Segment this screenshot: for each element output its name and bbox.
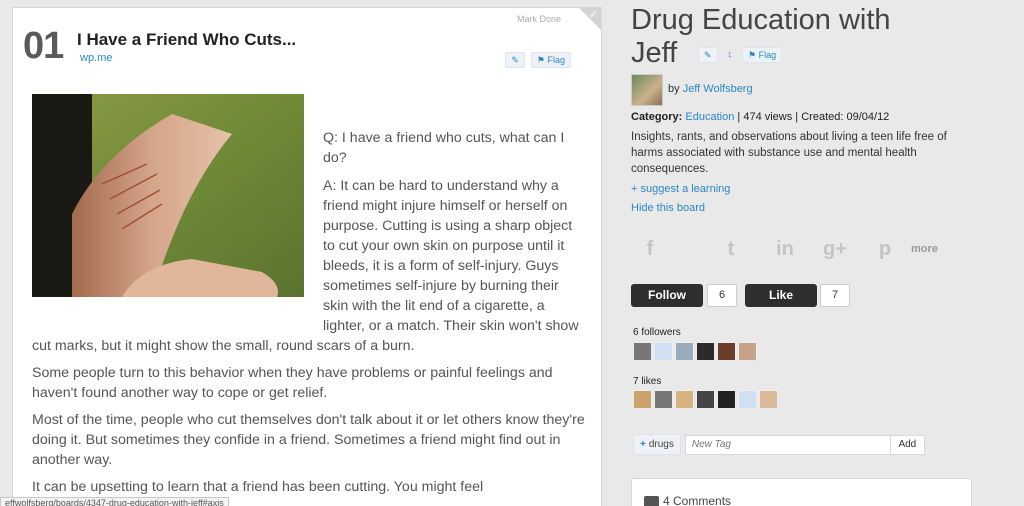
avatar[interactable]: [633, 342, 652, 361]
add-tag-button[interactable]: Add: [890, 434, 925, 455]
avatar[interactable]: [717, 342, 736, 361]
by-label: by: [668, 83, 680, 95]
followers-avatars: [633, 342, 757, 361]
googleplus-icon[interactable]: g+: [817, 234, 853, 264]
followers-label: 6 followers: [633, 327, 681, 338]
edit-button[interactable]: ✎: [505, 52, 525, 68]
owner-avatar[interactable]: [631, 74, 663, 106]
like-button[interactable]: Like: [745, 284, 817, 307]
edit-button[interactable]: ✎: [698, 47, 718, 63]
pinterest-icon[interactable]: p: [867, 234, 903, 264]
article-paragraph: Some people turn to this behavior when t…: [32, 365, 553, 401]
avatar[interactable]: [654, 390, 673, 409]
tag-drugs[interactable]: + drugs: [633, 434, 681, 455]
item-card: ✓ Mark Done 01 I Have a Friend Who Cuts.…: [12, 7, 602, 506]
board-description: Insights, rants, and observations about …: [631, 131, 947, 175]
new-tag-input[interactable]: [684, 434, 891, 455]
more-share-link[interactable]: more: [911, 243, 938, 255]
plus-icon: +: [640, 439, 646, 450]
avatar[interactable]: [738, 342, 757, 361]
article-paragraph: Most of the time, people who cut themsel…: [32, 412, 585, 468]
likes-label: 7 likes: [633, 376, 662, 387]
avatar[interactable]: [633, 390, 652, 409]
comments-count[interactable]: 4 Comments: [663, 494, 731, 506]
facebook-icon[interactable]: f: [631, 234, 669, 264]
linkedin-icon[interactable]: in: [767, 234, 803, 264]
checkmark-icon[interactable]: ✓: [589, 8, 598, 21]
avatar[interactable]: [675, 342, 694, 361]
avatar[interactable]: [759, 390, 778, 409]
article-paragraph: It can be upsetting to learn that a frie…: [32, 479, 484, 495]
follow-count: 6: [707, 284, 737, 307]
follow-button[interactable]: Follow: [631, 284, 703, 307]
avatar[interactable]: [696, 342, 715, 361]
likes-avatars: [633, 390, 778, 409]
byline: by Jeff Wolfsberg: [668, 83, 753, 95]
comments-panel: 4 Comments: [631, 478, 972, 506]
item-tools: ✎ ⚑ Flag: [505, 52, 571, 68]
tag-label: drugs: [648, 439, 674, 450]
twitter-icon[interactable]: t: [713, 234, 749, 264]
suggest-learning-link[interactable]: + suggest a learning: [631, 183, 730, 195]
avatar[interactable]: [738, 390, 757, 409]
hide-board-link[interactable]: Hide this board: [631, 202, 705, 214]
tag-row: +drugs Add: [633, 434, 925, 455]
avatar[interactable]: [717, 390, 736, 409]
item-source-link[interactable]: wp.me: [80, 52, 112, 64]
board-meta: Category: Education | 474 views | Create…: [631, 111, 890, 123]
status-bar-url: effwolfsberg/boards/4347-drug-education-…: [0, 497, 229, 506]
created-date: Created: 09/04/12: [801, 111, 890, 123]
share-bar: f t in g+ p more: [631, 234, 961, 264]
avatar[interactable]: [675, 390, 694, 409]
item-title[interactable]: I Have a Friend Who Cuts...: [77, 30, 296, 50]
flag-button[interactable]: ⚑ Flag: [530, 52, 571, 68]
mark-done-label[interactable]: Mark Done: [517, 14, 561, 24]
reorder-button[interactable]: ↕: [723, 47, 738, 63]
board-tools: ✎ ↕ ⚑ Flag: [698, 47, 783, 63]
reorder-icon: ↕: [727, 49, 733, 59]
avatar[interactable]: [696, 390, 715, 409]
edit-icon: ✎: [704, 50, 712, 60]
flag-label: Flag: [758, 50, 777, 60]
edit-icon: ✎: [511, 55, 519, 65]
flag-icon: ⚑: [536, 55, 548, 65]
category-link[interactable]: Education: [685, 111, 734, 123]
flag-icon: ⚑: [748, 50, 759, 60]
flag-button[interactable]: ⚑ Flag: [742, 47, 783, 63]
article-body: Q: I have a friend who cuts, what can I …: [32, 128, 587, 504]
category-label: Category:: [631, 111, 683, 123]
views-count: 474 views: [743, 111, 793, 123]
flag-label: Flag: [547, 55, 565, 65]
avatar[interactable]: [654, 342, 673, 361]
comment-icon: [644, 496, 659, 506]
like-count: 7: [820, 284, 850, 307]
author-link[interactable]: Jeff Wolfsberg: [683, 83, 753, 95]
item-number: 01: [23, 25, 64, 67]
